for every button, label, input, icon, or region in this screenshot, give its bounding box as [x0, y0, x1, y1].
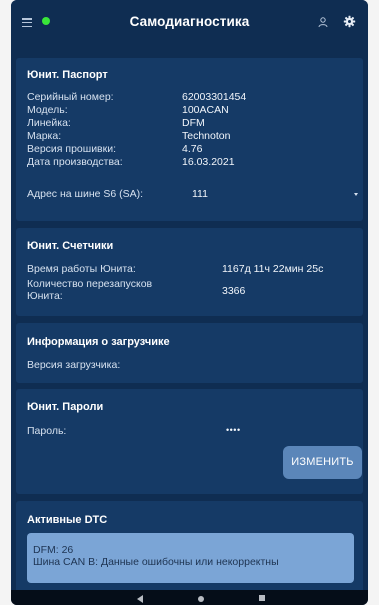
counters-card: Юнит. Счетчики Время работы Юнита: 1167д…	[16, 228, 363, 316]
app-bar: Самодиагностика	[11, 0, 368, 46]
bootloader-card: Информация о загрузчике Версия загрузчик…	[16, 323, 363, 383]
product-line-value: DFM	[182, 117, 205, 129]
change-password-button[interactable]: ИЗМЕНИТЬ	[283, 446, 362, 479]
home-icon[interactable]	[198, 596, 204, 602]
active-dtc-card: Активные DTC DFM: 26 Шина CAN B: Данные …	[16, 501, 363, 599]
bootloader-version-label: Версия загрузчика:	[27, 359, 121, 371]
bootloader-title: Информация о загрузчике	[27, 336, 170, 348]
active-dtc-title: Активные DTC	[27, 514, 108, 526]
password-label: Пароль:	[27, 425, 67, 437]
production-date-value: 16.03.2021	[182, 156, 235, 168]
dtc-code: DFM: 26	[33, 544, 74, 556]
passport-card: Юнит. Паспорт Серийный номер: 6200330145…	[16, 58, 363, 221]
app-screen: Самодиагностика Юнит. Паспорт Серийный н…	[11, 0, 368, 605]
production-date-label: Дата производства:	[27, 156, 123, 168]
restarts-label-line2: Юнита:	[27, 290, 63, 302]
uptime-label: Время работы Юнита:	[27, 263, 136, 275]
passport-title: Юнит. Паспорт	[27, 69, 108, 81]
system-navigation-bar	[11, 590, 368, 605]
dtc-item[interactable]: DFM: 26 Шина CAN B: Данные ошибочны или …	[27, 533, 354, 583]
brand-value: Technoton	[182, 130, 231, 142]
gear-icon[interactable]	[343, 15, 356, 28]
user-icon[interactable]	[317, 16, 329, 28]
brand-label: Марка:	[27, 130, 62, 142]
bus-address-select[interactable]: 111	[192, 188, 208, 200]
uptime-value: 1167д 11ч 22мин 25с	[222, 263, 324, 275]
bus-address-label: Адрес на шине S6 (SA):	[27, 188, 144, 200]
recent-apps-icon[interactable]	[259, 595, 265, 601]
counters-title: Юнит. Счетчики	[27, 240, 114, 252]
firmware-version-label: Версия прошивки:	[27, 143, 117, 155]
back-icon[interactable]	[137, 595, 143, 603]
password-value: ••••	[226, 425, 241, 435]
passwords-card: Юнит. Пароли Пароль: •••• ИЗМЕНИТЬ	[16, 389, 363, 494]
firmware-version-value: 4.76	[182, 143, 203, 155]
model-label: Модель:	[27, 104, 68, 116]
chevron-down-icon[interactable]	[354, 193, 358, 196]
product-line-label: Линейка:	[27, 117, 71, 129]
dtc-description: Шина CAN B: Данные ошибочны или некоррек…	[33, 556, 279, 568]
page-title: Самодиагностика	[129, 14, 250, 29]
restarts-value: 3366	[222, 285, 246, 297]
passwords-title: Юнит. Пароли	[27, 401, 104, 413]
serial-number-value: 62003301454	[182, 91, 247, 103]
restarts-label-line1: Количество перезапусков	[27, 278, 153, 290]
model-value: 100ACAN	[182, 104, 229, 116]
serial-number-label: Серийный номер:	[27, 91, 114, 103]
